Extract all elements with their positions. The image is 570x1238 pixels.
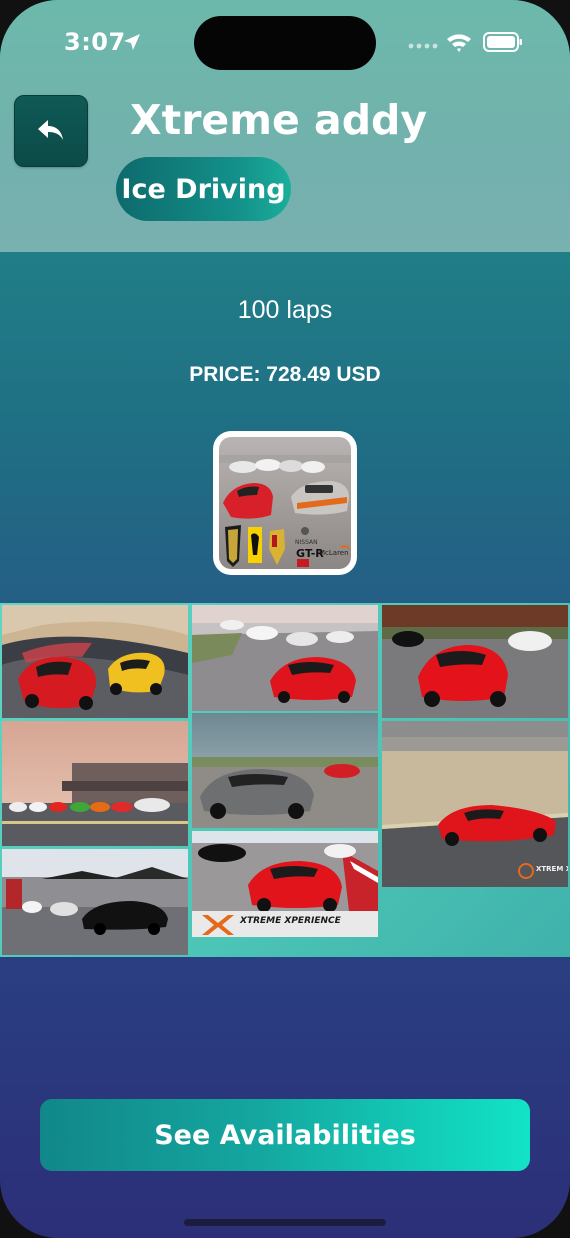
thumbnail-image: NISSAN GT-R McLaren <box>219 437 351 569</box>
back-arrow-icon <box>38 120 63 140</box>
gallery-photo-7[interactable] <box>2 849 188 955</box>
battery-icon <box>483 32 522 52</box>
location-arrow-icon <box>124 34 140 50</box>
gallery-photo-2[interactable] <box>192 605 378 711</box>
see-availabilities-button[interactable]: See Availabilities <box>40 1099 530 1171</box>
gallery-photo-3[interactable] <box>382 605 568 718</box>
watermark-text: XTREME XPERIENCE <box>239 916 342 926</box>
cellular-signal-icon <box>408 43 438 49</box>
back-button[interactable] <box>14 95 88 167</box>
category-badge: Ice Driving <box>116 157 291 221</box>
home-indicator <box>184 1219 386 1226</box>
laps-text: 100 laps <box>237 296 333 324</box>
header: 3:07 Xtreme addy Ice Driving <box>0 0 570 252</box>
dynamic-island <box>194 16 376 70</box>
gallery-photo-5[interactable] <box>192 713 378 828</box>
corner-watermark: XTREM XPERI <box>536 865 568 873</box>
wifi-icon <box>447 34 471 52</box>
photo-gallery: XTREME XPERIENCE XTREM <box>0 603 570 957</box>
experience-thumbnail[interactable]: NISSAN GT-R McLaren <box>213 431 357 575</box>
gallery-photo-8[interactable]: XTREME XPERIENCE <box>192 831 378 937</box>
status-time: 3:07 <box>64 28 126 56</box>
gallery-photo-6[interactable]: XTREM XPERI <box>382 721 568 887</box>
price-text: PRICE: 728.49 USD <box>189 363 381 386</box>
gallery-photo-4[interactable] <box>2 721 188 846</box>
gallery-photo-1[interactable] <box>2 605 188 718</box>
app-screen: 3:07 Xtreme addy Ice Driving 100 laps PR… <box>0 0 570 1238</box>
logo-mclaren: McLaren <box>319 549 349 557</box>
status-bar: 3:07 <box>0 0 570 90</box>
logo-nissan: NISSAN <box>295 539 318 546</box>
experience-title: Xtreme addy <box>130 96 428 144</box>
